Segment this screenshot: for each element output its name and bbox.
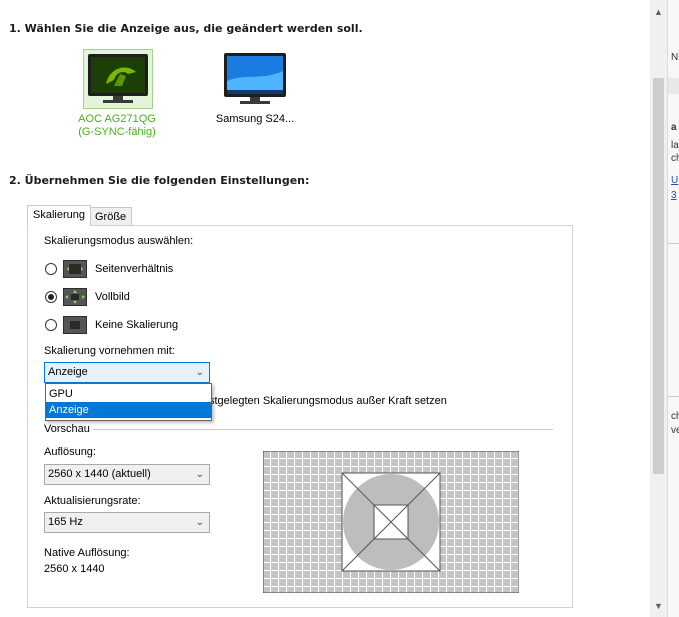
preview-image	[262, 450, 520, 596]
native-resolution-value: 2560 x 1440	[44, 563, 105, 575]
scaling-perform-label: Skalierung vornehmen mit:	[44, 345, 175, 357]
section2-heading: 2. Übernehmen Sie die folgenden Einstell…	[9, 174, 310, 187]
chevron-down-icon: ⌄	[195, 469, 204, 480]
monitor-aoc-name: AOC AG271QG	[78, 113, 156, 125]
right-pane-band	[668, 78, 679, 94]
scaling-mode-label: Skalierungsmodus auswählen:	[44, 235, 194, 247]
chevron-down-icon: ⌄	[195, 367, 204, 378]
chevron-down-icon: ⌄	[195, 517, 204, 528]
resolution-value: 2560 x 1440 (aktuell)	[48, 468, 151, 480]
right-pane-link[interactable]: U	[671, 175, 678, 186]
native-resolution-label: Native Auflösung:	[44, 547, 130, 559]
right-pane-text: a	[671, 122, 677, 133]
right-pane-text: ch	[671, 153, 679, 164]
tab-groesse[interactable]: Größe	[89, 207, 133, 226]
main-scrollbar[interactable]: ▲ ▼	[650, 0, 667, 617]
resolution-select[interactable]: 2560 x 1440 (aktuell) ⌄	[44, 464, 210, 485]
radio-seitenverhaeltnis[interactable]	[45, 263, 57, 275]
right-pane-divider	[668, 396, 679, 397]
right-pane-text: ve	[671, 425, 679, 436]
option-keine-skalierung-label: Keine Skalierung	[95, 319, 179, 331]
aspect-ratio-icon	[63, 260, 87, 278]
right-pane-text: la	[671, 140, 679, 151]
preview-divider	[93, 429, 553, 430]
override-checkbox-label[interactable]: stgelegten Skalierungsmodus außer Kraft …	[209, 395, 447, 407]
refresh-select[interactable]: 165 Hz ⌄	[44, 512, 210, 533]
option-seitenverhaeltnis-label: Seitenverhältnis	[95, 263, 174, 275]
right-side-pane: N a la ch U 3 ch ve	[667, 0, 679, 617]
no-scaling-icon	[63, 316, 87, 334]
scroll-up-icon[interactable]: ▲	[650, 4, 667, 20]
option-vollbild-label: Vollbild	[95, 291, 130, 303]
scaling-perform-select[interactable]: Anzeige ⌄	[44, 362, 210, 383]
dropdown-option-gpu[interactable]: GPU	[46, 386, 211, 402]
refresh-value: 165 Hz	[48, 516, 83, 528]
radio-vollbild[interactable]	[45, 291, 57, 303]
preview-label: Vorschau	[44, 423, 90, 435]
resolution-label: Auflösung:	[44, 446, 96, 458]
right-pane-link[interactable]: 3	[671, 190, 677, 201]
refresh-label: Aktualisierungsrate:	[44, 495, 141, 507]
monitor-aoc-label: AOC AG271QG (G-SYNC-fähig)	[62, 113, 172, 139]
fullscreen-icon	[63, 288, 87, 306]
tab-skalierung[interactable]: Skalierung	[27, 205, 91, 226]
right-pane-divider	[668, 243, 679, 244]
monitor-samsung-label: Samsung S24...	[215, 113, 295, 125]
nvidia-monitor-icon	[88, 54, 148, 103]
scaling-perform-dropdown: GPU Anzeige	[45, 383, 212, 421]
scroll-down-icon[interactable]: ▼	[650, 598, 667, 614]
section1-heading: 1. Wählen Sie die Anzeige aus, die geänd…	[9, 22, 363, 35]
monitor-aoc-tile[interactable]	[83, 49, 153, 109]
windows-monitor-icon	[224, 53, 286, 104]
dropdown-option-anzeige[interactable]: Anzeige	[46, 402, 211, 418]
scaling-perform-value: Anzeige	[48, 366, 88, 378]
right-pane-text: ch	[671, 411, 679, 422]
right-pane-text: N	[671, 52, 679, 63]
monitor-samsung-tile[interactable]	[221, 51, 289, 107]
radio-keine-skalierung[interactable]	[45, 319, 57, 331]
monitor-aoc-gsync: (G-SYNC-fähig)	[78, 126, 156, 138]
scrollbar-thumb[interactable]	[653, 78, 664, 474]
